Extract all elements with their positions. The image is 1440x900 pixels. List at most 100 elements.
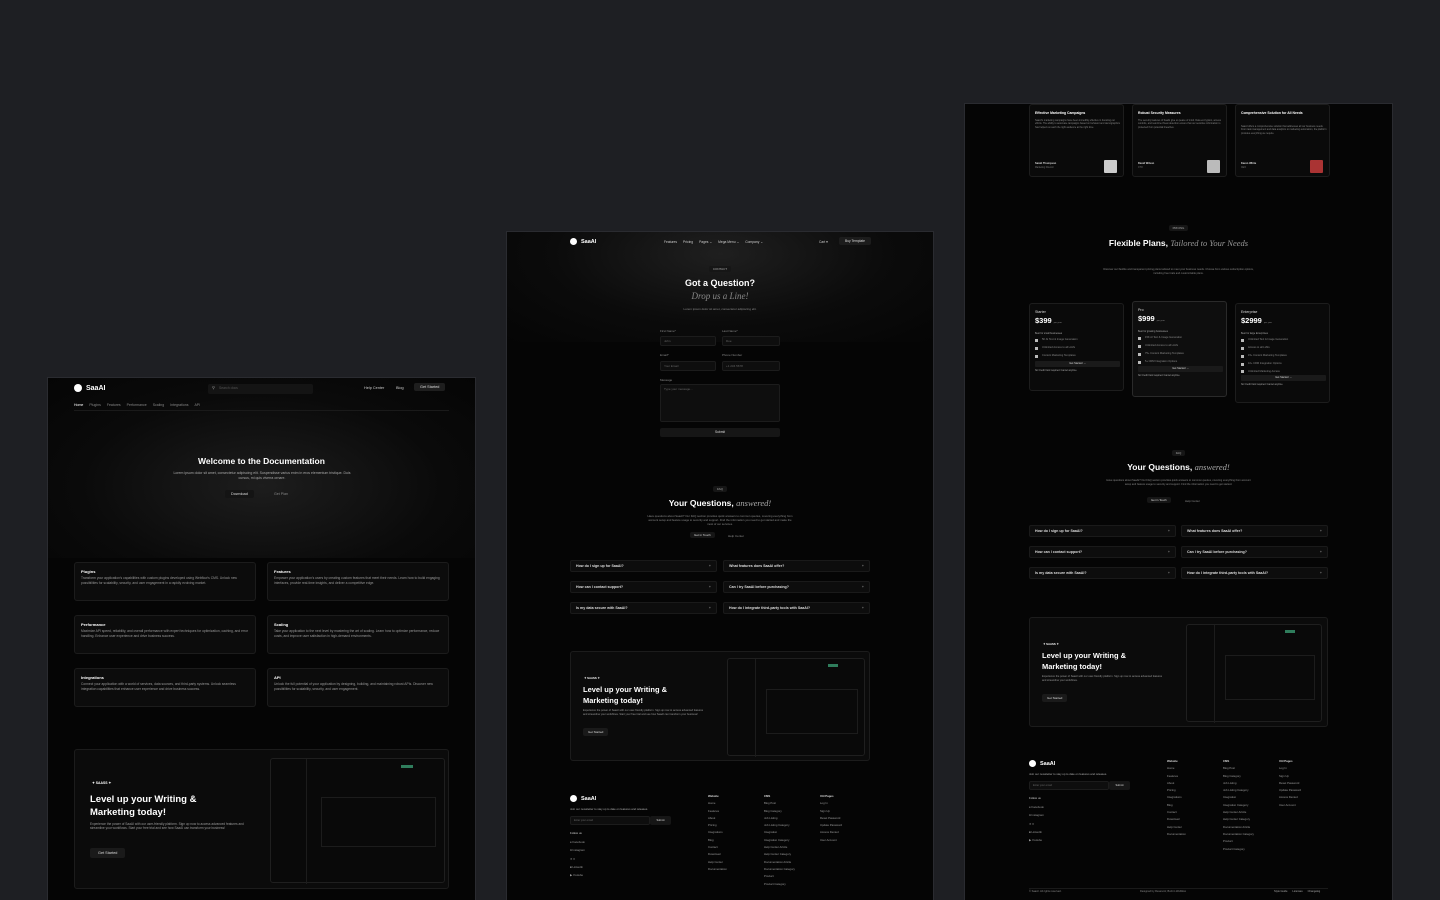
social-facebook[interactable]: ● Facebook xyxy=(570,838,585,846)
faq-item[interactable]: Can I try SaaAI before purchasing? + xyxy=(723,581,870,593)
get-started-button[interactable]: Get Started xyxy=(414,383,446,391)
card-api[interactable]: API Unlock the full potential of your ap… xyxy=(267,668,449,707)
nav-company[interactable]: Company ⌄ xyxy=(745,240,763,244)
tab-plugins[interactable]: Plugins xyxy=(89,403,100,407)
newsletter-submit-button[interactable]: Submit xyxy=(1109,781,1130,790)
footer-link[interactable]: Log In xyxy=(820,800,842,807)
plan-get-started-button[interactable]: Get Started → xyxy=(1138,366,1223,373)
faq-item[interactable]: How can I contact support? + xyxy=(1029,546,1176,558)
social-instagram[interactable]: ◘ Instagram xyxy=(1029,811,1044,819)
faq-item[interactable]: What features does SaaAI offer? + xyxy=(1181,525,1328,537)
footer-link[interactable]: Product Category xyxy=(1223,846,1254,853)
card-integrations[interactable]: Integrations Connect your application wi… xyxy=(74,668,256,707)
footer-link[interactable]: Update Password xyxy=(1279,787,1301,794)
first-name-field[interactable]: John xyxy=(660,336,716,346)
footer-link[interactable]: Help Center xyxy=(1167,824,1186,831)
tab-features[interactable]: Features xyxy=(107,403,121,407)
footer-link[interactable]: Download xyxy=(1167,816,1186,823)
buy-template-button[interactable]: Buy Template xyxy=(839,237,871,245)
card-features[interactable]: Features Empower your application's user… xyxy=(267,562,449,601)
footer-link[interactable]: Home xyxy=(708,800,727,807)
email-field[interactable]: Your Email xyxy=(660,361,716,371)
help-center-link[interactable]: Help Center xyxy=(728,534,744,538)
footer-link[interactable]: Help Center Article xyxy=(764,844,795,851)
footer-link[interactable]: Integrations xyxy=(1167,794,1186,801)
footer-link[interactable]: Documentation Category xyxy=(1223,831,1254,838)
footer-link[interactable]: Access Denied xyxy=(820,829,842,836)
footer-link[interactable]: About xyxy=(708,815,727,822)
footer-link[interactable]: Help Center Category xyxy=(764,851,795,858)
footer-link[interactable]: Job Listing xyxy=(1223,780,1254,787)
footer-link[interactable]: Blog Category xyxy=(1223,773,1254,780)
footer-link[interactable]: Access Denied xyxy=(1279,794,1301,801)
newsletter-submit-button[interactable]: Submit xyxy=(650,816,671,825)
footer-link[interactable]: Download xyxy=(708,851,727,858)
footer-link[interactable]: Job Listing Category xyxy=(1223,787,1254,794)
footer-link[interactable]: Pricing xyxy=(1167,787,1186,794)
newsletter-email-input[interactable]: Enter your email xyxy=(570,816,650,825)
footer-link[interactable]: Documentation Article xyxy=(764,859,795,866)
footer-logo[interactable]: SaaAI xyxy=(570,795,596,802)
tab-performance[interactable]: Performance xyxy=(127,403,147,407)
footer-link[interactable]: Integration Category xyxy=(1223,802,1254,809)
nav-blog[interactable]: Blog xyxy=(396,386,404,390)
tab-home[interactable]: Home xyxy=(74,403,83,407)
get-plan-link[interactable]: Get Plan xyxy=(274,492,288,496)
submit-button[interactable]: Submit xyxy=(660,428,780,437)
message-textarea[interactable]: Type your message... xyxy=(660,384,780,422)
footer-link[interactable]: About xyxy=(1167,780,1186,787)
card-scaling[interactable]: Scaling Take your application to the nex… xyxy=(267,615,449,654)
nav-pricing[interactable]: Pricing xyxy=(683,240,693,244)
plan-get-started-button[interactable]: Get Started → xyxy=(1035,361,1120,368)
nav-mega-menu[interactable]: Mega Menu ⌄ xyxy=(718,240,739,244)
logo[interactable]: SaaAI xyxy=(74,384,105,392)
social-facebook[interactable]: ● Facebook xyxy=(1029,803,1044,811)
footer-link[interactable]: Integrations xyxy=(708,829,727,836)
get-in-touch-button[interactable]: Get in Touch xyxy=(690,532,715,538)
cta-get-started-button[interactable]: Get Started xyxy=(583,728,609,736)
faq-item[interactable]: How do I integrate third-party tools wit… xyxy=(1181,567,1328,579)
faq-item[interactable]: How do I sign up for SaaAI? + xyxy=(1029,525,1176,537)
footer-link[interactable]: User Account xyxy=(820,837,842,844)
logo[interactable]: SaaAI xyxy=(570,238,596,245)
footer-link[interactable]: Integration xyxy=(764,829,795,836)
social-youtube[interactable]: ▶ Youtube xyxy=(1029,836,1044,844)
faq-item[interactable]: What features does SaaAI offer? + xyxy=(723,560,870,572)
tab-api[interactable]: API xyxy=(194,403,200,407)
footer-link[interactable]: Product xyxy=(764,873,795,880)
social-linkedin[interactable]: ■ LinkedIn xyxy=(1029,828,1044,836)
download-button[interactable]: Download xyxy=(225,490,254,498)
footer-link[interactable]: Documentation xyxy=(708,866,727,873)
footer-logo[interactable]: SaaAI xyxy=(1029,760,1055,767)
footer-link[interactable]: Integration xyxy=(1223,794,1254,801)
footer-link[interactable]: Integration Category xyxy=(764,837,795,844)
card-plugins[interactable]: Plugins Transform your application's cap… xyxy=(74,562,256,601)
footer-link[interactable]: User Account xyxy=(1279,802,1301,809)
footer-link[interactable]: Sign Up xyxy=(1279,773,1301,780)
tab-scaling[interactable]: Scaling xyxy=(153,403,164,407)
footer-link[interactable]: Blog Category xyxy=(764,808,795,815)
faq-item[interactable]: How do I integrate third-party tools wit… xyxy=(723,602,870,614)
footer-link[interactable]: Blog xyxy=(1167,802,1186,809)
footer-link[interactable]: Reset Password xyxy=(1279,780,1301,787)
newsletter-email-input[interactable]: Enter your email xyxy=(1029,781,1109,790)
last-name-field[interactable]: Doe xyxy=(722,336,780,346)
footer-link[interactable]: Help Center xyxy=(708,859,727,866)
cta-get-started-button[interactable]: Get Started xyxy=(1042,694,1068,702)
footer-link[interactable]: Product xyxy=(1223,838,1254,845)
nav-features[interactable]: Features xyxy=(664,240,677,244)
footer-link[interactable]: Job Listing Category xyxy=(764,822,795,829)
footer-link[interactable]: Help Center Article xyxy=(1223,809,1254,816)
get-in-touch-button[interactable]: Get in Touch xyxy=(1147,497,1171,503)
footer-link[interactable]: Features xyxy=(1167,773,1186,780)
cta-get-started-button[interactable]: Get Started xyxy=(90,848,126,858)
footer-link[interactable]: Documentation Category xyxy=(764,866,795,873)
social-x[interactable]: ✕ X xyxy=(1029,820,1044,828)
footer-link[interactable]: Job Listing xyxy=(764,815,795,822)
faq-item[interactable]: How do I sign up for SaaAI? + xyxy=(570,560,717,572)
footer-link[interactable]: Pricing xyxy=(708,822,727,829)
phone-field[interactable]: +1 234 5678 xyxy=(722,361,780,371)
faq-item[interactable]: Is my data secure with SaaAI? + xyxy=(570,602,717,614)
plan-get-started-button[interactable]: Get Started → xyxy=(1241,375,1326,381)
footer-link[interactable]: Features xyxy=(708,808,727,815)
